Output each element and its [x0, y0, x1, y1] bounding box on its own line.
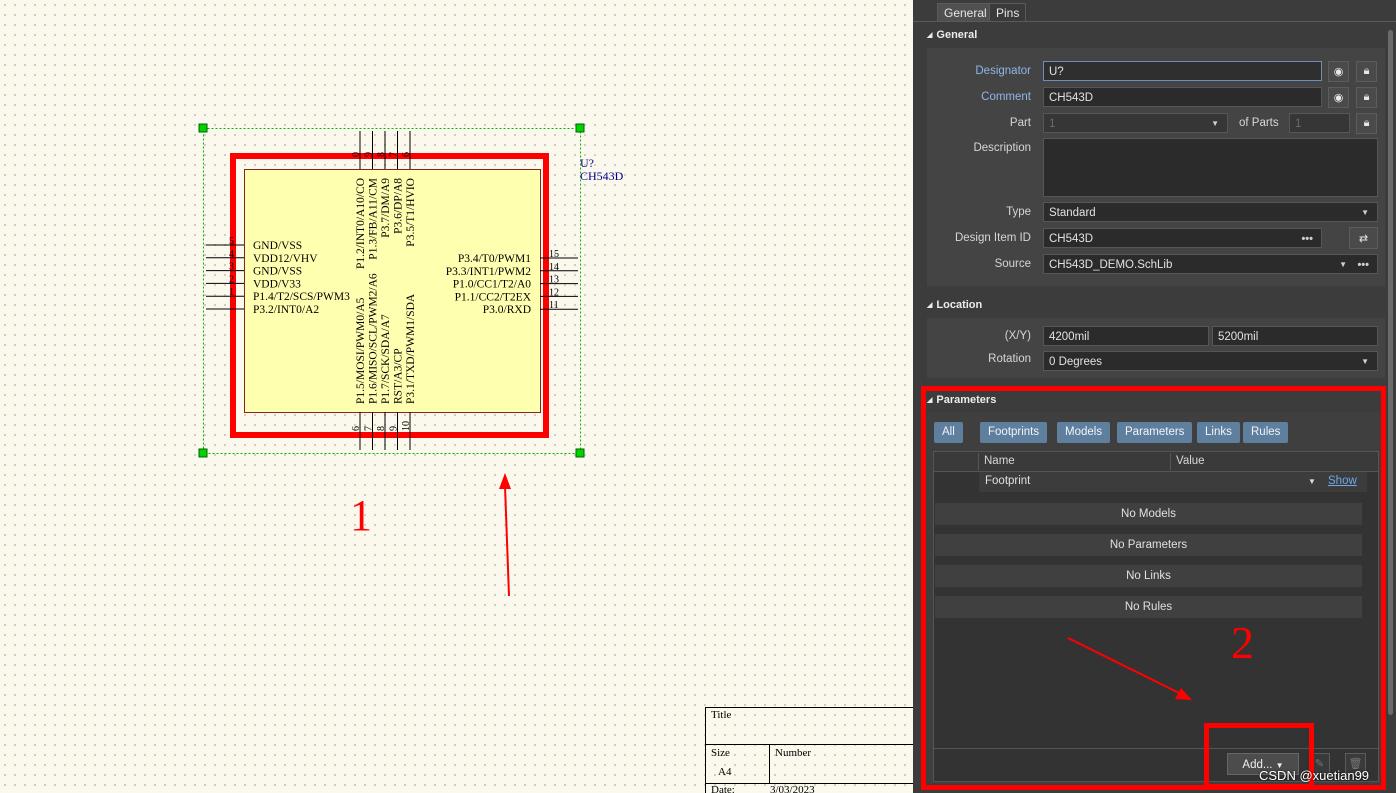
selection-handle-tl[interactable] [198, 123, 208, 133]
bottom-pin-number: 6 [351, 426, 362, 431]
selection-handle-bl[interactable] [198, 448, 208, 458]
arrow-head-1-icon [499, 473, 511, 489]
left-pin-label: GND/VSS [253, 240, 302, 252]
left-pin-label: VDD12/VHV [253, 253, 318, 265]
bottom-pin-label: P1.7/SCK/SDA/A7 [380, 314, 392, 404]
size-label: Size [711, 747, 730, 759]
number-label: Number [775, 747, 811, 759]
right-pin-label: P3.3/INT1/PWM2 [446, 266, 532, 278]
left-pin-number: 5 [229, 236, 234, 247]
left-pin-label: P3.2/INT0/A2 [253, 304, 319, 316]
left-pin-number: 1 [229, 287, 234, 298]
top-pin-number: 7 [389, 152, 400, 157]
title-label: Title [711, 709, 732, 721]
watermark: CSDN @xuetian99 [1259, 768, 1370, 783]
top-pin-number: 6 [401, 152, 412, 157]
left-pin-number: 4 [229, 249, 234, 260]
top-pin-label: P1.2/INT0/A10/CO [355, 178, 367, 269]
left-pin-number: 2 [229, 274, 234, 285]
right-pin-label: P3.0/RXD [483, 304, 531, 316]
left-pin-label: VDD/V33 [253, 278, 301, 290]
date-label: Date: [711, 784, 735, 793]
title-block: Title Size A4 Number Date: 3/03/2023 [705, 707, 913, 793]
schematic-canvas[interactable]: GND/VSS 5 VDD12/VHV 4 GND/VSS 3 VDD/V33 2 P1.4/T… [0, 0, 913, 793]
designator-text: U? [580, 156, 594, 170]
selection-handle-br[interactable] [575, 448, 585, 458]
schematic-svg: GND/VSS 5 VDD12/VHV 4 GND/VSS 3 VDD/V33 2 P1.4/T… [198, 123, 913, 793]
size-value: A4 [718, 766, 732, 778]
top-pin-label: P1.3/FB/A11/CM [368, 178, 380, 260]
properties-panel: General Pins General Designator U? ◉ 🔒︎ … [913, 0, 1396, 793]
right-pin-label: P1.0/CC1/T2/A0 [453, 279, 532, 291]
comment-text: CH543D [580, 169, 624, 183]
arrow-head-2-icon [1175, 688, 1192, 700]
top-pin-number: 8 [376, 152, 387, 157]
annotation-label-1: 1 [350, 491, 372, 540]
bottom-pin-label: P1.6/MISO/SCL/PWM2/A6 [368, 273, 380, 404]
right-pin-number: 14 [549, 262, 559, 273]
bottom-pin-number: 10 [401, 421, 412, 431]
annotation-arrow-2 [1067, 637, 1192, 700]
top-pin-number: 9 [364, 152, 375, 157]
left-pin-number: 3 [229, 262, 234, 273]
bottom-pin-number: 8 [376, 426, 387, 431]
top-pin-label: P3.6/DP/A8 [393, 178, 405, 234]
right-pin-number: 12 [549, 287, 559, 298]
left-pin-label: GND/VSS [253, 266, 302, 278]
selection-handle-tr[interactable] [575, 123, 585, 133]
right-pin-number: 11 [549, 300, 559, 311]
top-pin-number: 0 [351, 152, 362, 157]
date-value: 3/03/2023 [770, 784, 815, 793]
annotation-arrow-1 [504, 485, 510, 597]
right-pin-label: P1.1/CC2/T2EX [455, 291, 532, 303]
bottom-pin-number: 7 [364, 426, 375, 431]
right-pin-number: 13 [549, 275, 559, 286]
right-pin-number: 15 [549, 249, 559, 260]
bottom-pin-label: RST/A3/CP [393, 348, 405, 404]
left-pin-label: P1.4/T2/SCS/PWM3 [253, 291, 350, 303]
bottom-pin-number: 9 [389, 426, 400, 431]
top-pin-label: P3.7/DM/A9 [380, 178, 392, 238]
bottom-pin-label: P1.5/MOSI/PWM0/A5 [355, 297, 367, 404]
right-pin-label: P3.4/T0/PWM1 [458, 253, 531, 265]
top-pin-label: P3.5/T1/HVIO [405, 178, 417, 247]
bottom-pin-label: P3.1/TXD/PWM1/SDA [405, 293, 417, 404]
